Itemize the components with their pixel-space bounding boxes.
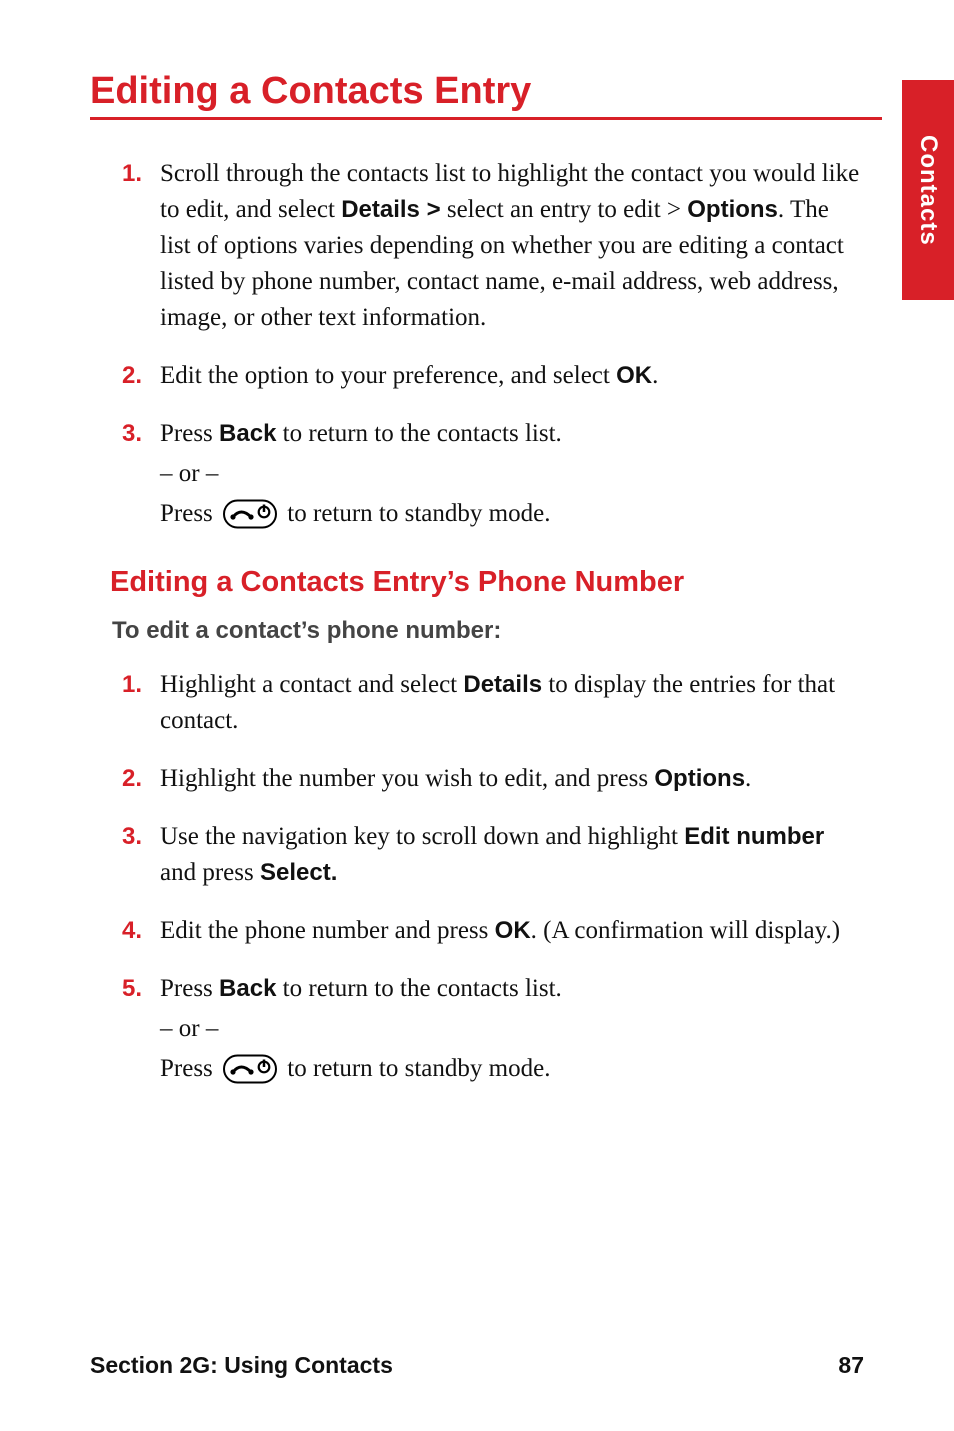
bold-term: Edit number	[684, 823, 824, 850]
side-tab-label: Contacts	[914, 135, 942, 246]
step-item: 1.Scroll through the contacts list to hi…	[160, 156, 864, 336]
step-item: 4.Edit the phone number and press OK. (A…	[160, 913, 864, 949]
footer-section: Section 2G: Using Contacts	[90, 1352, 393, 1379]
step-item: 3.Use the navigation key to scroll down …	[160, 819, 864, 891]
step-number: 1.	[122, 156, 142, 192]
step-number: 5.	[122, 971, 142, 1007]
step-text: Highlight the number you wish to edit, a…	[160, 761, 864, 797]
step-number: 2.	[122, 358, 142, 394]
bold-term: Back	[219, 975, 276, 1002]
step-number: 1.	[122, 667, 142, 703]
step-text: Highlight a contact and select Details t…	[160, 667, 864, 739]
steps-list-1: 1. Scroll through the contacts list to hi…	[90, 156, 864, 532]
side-tab: Contacts	[902, 80, 954, 300]
bold-term: Options	[654, 765, 745, 792]
step-item: 2.Edit the option to your preference, an…	[160, 358, 864, 394]
step-number: 3.	[122, 416, 142, 452]
step-item: 5.Press Back to return to the contacts l…	[160, 971, 864, 1087]
page: Contacts Editing a Contacts Entry 1. Scro…	[0, 0, 954, 1431]
step-item: 2.Highlight the number you wish to edit,…	[160, 761, 864, 797]
end-key-icon	[223, 496, 277, 532]
footer-page-number: 87	[838, 1352, 864, 1379]
step-number: 3.	[122, 819, 142, 855]
step-number: 2.	[122, 761, 142, 797]
step-item: 3.Press Back to return to the contacts l…	[160, 416, 864, 532]
bold-term: Select.	[260, 859, 337, 886]
bold-term: OK	[495, 917, 531, 944]
lead-text: To edit a contact’s phone number:	[112, 617, 864, 645]
or-line: – or –	[160, 1011, 864, 1047]
title-rule	[90, 117, 882, 120]
steps-list-2: 1. Highlight a contact and select Details…	[90, 667, 864, 1087]
subheading: Editing a Contacts Entry’s Phone Number	[110, 566, 864, 599]
bold-term: Options	[687, 196, 778, 223]
bold-term: OK	[616, 362, 652, 389]
bold-term: Details >	[341, 196, 440, 223]
step-item: 1.Highlight a contact and select Details…	[160, 667, 864, 739]
step-text: Edit the option to your preference, and …	[160, 358, 864, 394]
step-text: Scroll through the contacts list to high…	[160, 156, 864, 336]
page-footer: Section 2G: Using Contacts 87	[90, 1352, 864, 1379]
step-text: Use the navigation key to scroll down an…	[160, 819, 864, 891]
bold-term: Back	[219, 420, 276, 447]
bold-term: Details	[463, 671, 542, 698]
step-number: 4.	[122, 913, 142, 949]
step-text-after: Press to return to standby mode.	[160, 496, 864, 532]
step-text: Press Back to return to the contacts lis…	[160, 971, 864, 1007]
or-line: – or –	[160, 456, 864, 492]
step-text: Edit the phone number and press OK. (A c…	[160, 913, 864, 949]
page-title: Editing a Contacts Entry	[90, 70, 864, 113]
step-text-after: Press to return to standby mode.	[160, 1051, 864, 1087]
step-text: Press Back to return to the contacts lis…	[160, 416, 864, 452]
end-key-icon	[223, 1051, 277, 1087]
